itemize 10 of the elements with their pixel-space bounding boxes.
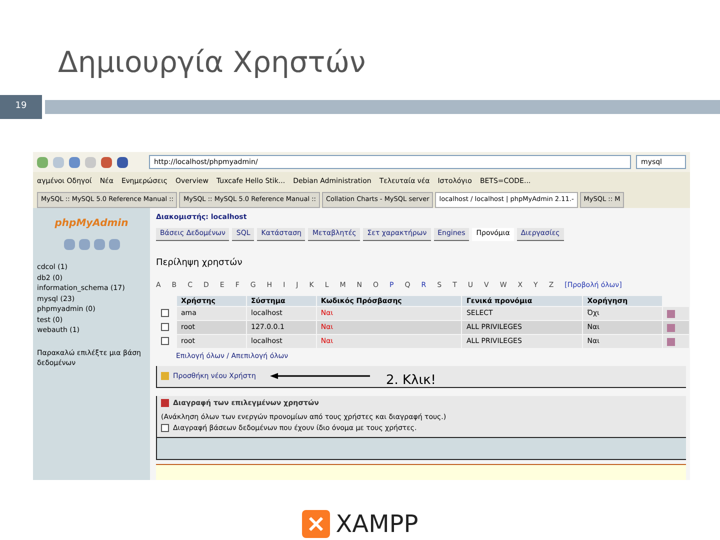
- xampp-logo-text: XAMPP: [336, 509, 418, 540]
- row-checkbox[interactable]: [161, 309, 169, 317]
- row-checkbox[interactable]: [161, 323, 169, 331]
- slide-title: Δημιουργία Χρηστών: [58, 48, 366, 77]
- row-checkbox[interactable]: [161, 337, 169, 345]
- annotation-text: 2. Κλικ!: [386, 372, 436, 390]
- delete-checkbox[interactable]: [161, 424, 169, 432]
- page-number: 19: [0, 95, 42, 119]
- phpmyadmin-logo: phpMyAdmin: [54, 217, 130, 231]
- section-heading: Περίληψη χρηστών: [156, 256, 244, 270]
